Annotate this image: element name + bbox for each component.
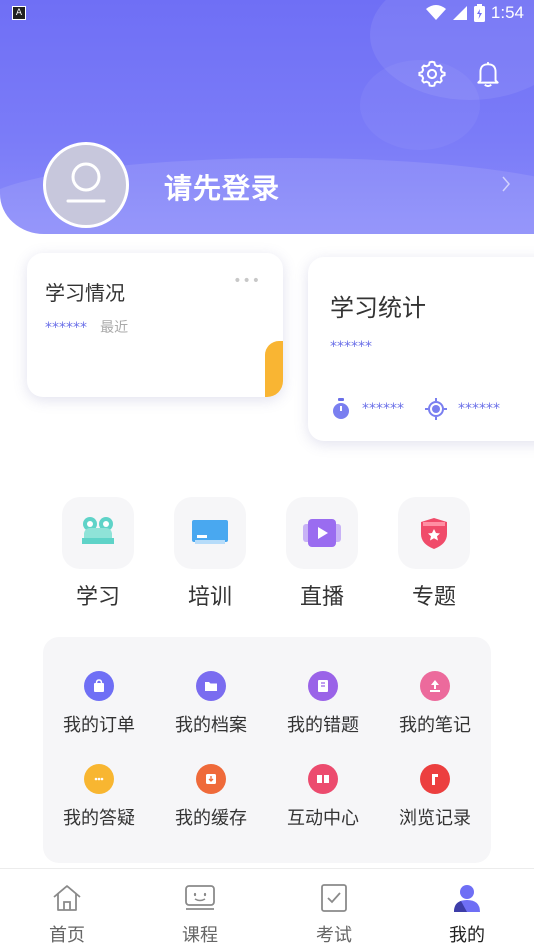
signal-icon [452,6,467,20]
progress-value: ****** [458,401,500,417]
avatar[interactable] [43,142,129,228]
tab-label: 首页 [49,925,85,946]
profile-header: A 1:54 请先登录 [0,0,534,234]
my-qa-item[interactable]: 我的答疑 [43,764,155,830]
my-item-label: 我的订单 [63,715,135,736]
profile-icon [454,885,480,912]
quick-action-training[interactable]: 培训 [174,497,246,611]
my-mistakes-item[interactable]: 我的错题 [267,671,379,737]
book-icon [318,680,328,692]
quick-action-label: 培训 [187,585,232,610]
my-page: A 1:54 请先登录 学习情况 ••• ****** 最近 学习统计 ****… [0,0,534,950]
my-services-panel: 我的订单 我的档案 我的错题 我的笔记 我的答疑 我的缓存 互动中心 浏览记录 [43,637,491,863]
battery-icon [473,4,485,22]
interact-icon [317,775,329,783]
interaction-center-item[interactable]: 互动中心 [267,764,379,830]
quick-action-label: 直播 [299,585,344,610]
download-icon [206,774,216,784]
bag-icon [94,679,104,692]
my-item-label: 我的笔记 [399,715,471,736]
tab-home[interactable]: 首页 [27,883,107,947]
my-item-label: 我的缓存 [175,808,247,829]
my-orders-item[interactable]: 我的订单 [43,671,155,737]
my-item-label: 浏览记录 [399,808,471,829]
quick-action-topic[interactable]: 专题 [398,497,470,611]
quick-action-label: 专题 [411,585,456,610]
user-icon [66,162,106,203]
study-stats-title: 学习统计 [330,294,426,322]
study-status-value: ****** [45,320,87,336]
my-item-label: 我的答疑 [63,808,135,829]
topic-icon [421,518,447,549]
tab-courses[interactable]: 课程 [160,883,240,947]
folder-icon [205,682,217,691]
status-bar: A 1:54 [0,0,534,28]
study-status-title: 学习情况 [45,281,125,305]
wifi-icon [425,5,446,20]
my-archive-item[interactable]: 我的档案 [155,671,267,737]
browse-history-item[interactable]: 浏览记录 [379,764,491,830]
progress-icon [425,398,447,420]
study-status-card[interactable]: 学习情况 ••• ****** 最近 [27,253,283,397]
study-stats-value: ****** [330,339,372,355]
tab-exams[interactable]: 考试 [294,883,374,947]
tab-label: 我的 [449,925,485,946]
chat-icon [94,777,104,781]
study-status-hint: 最近 [100,320,129,336]
yellow-tab-decoration [265,341,283,397]
study-stats-card[interactable]: 学习统计 ****** ****** ****** [308,257,534,441]
notification-badge: A [12,6,26,20]
study-icon [82,517,114,544]
tab-profile[interactable]: 我的 [427,883,507,947]
live-icon [303,519,341,547]
bottom-tab-bar: 首页 课程 考试 我的 [0,868,534,950]
quick-action-label: 学习 [75,585,120,610]
more-icon[interactable]: ••• [233,273,261,289]
tab-label: 考试 [316,925,352,946]
chevron-right-icon[interactable] [500,174,512,194]
my-cache-item[interactable]: 我的缓存 [155,764,267,830]
tab-label: 课程 [182,925,218,946]
quick-action-study[interactable]: 学习 [62,497,134,611]
study-time-value: ****** [362,401,404,417]
stopwatch-icon [333,398,349,419]
course-icon [185,885,215,910]
notification-button[interactable] [470,56,506,92]
my-item-label: 我的档案 [175,715,247,736]
exam-icon [321,884,347,912]
my-notes-item[interactable]: 我的笔记 [379,671,491,737]
my-item-label: 我的错题 [287,715,359,736]
gear-icon [418,60,446,88]
bell-icon [477,62,499,88]
settings-button[interactable] [414,56,450,92]
training-icon [192,520,228,544]
history-icon [432,774,438,785]
quick-action-live[interactable]: 直播 [286,497,358,611]
my-item-label: 互动中心 [287,808,359,829]
login-prompt[interactable]: 请先登录 [164,167,280,207]
home-icon [53,885,81,911]
note-icon [430,680,440,692]
clock-text: 1:54 [490,3,524,22]
